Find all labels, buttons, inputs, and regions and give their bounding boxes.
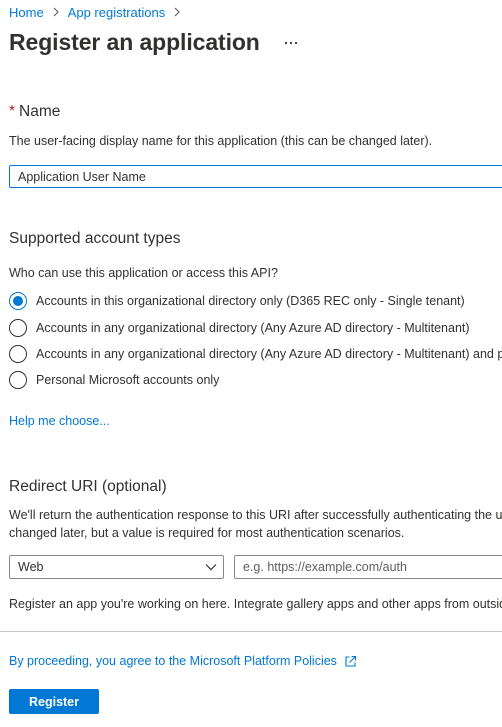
- platform-policies-text: By proceeding, you agree to the Microsof…: [9, 654, 337, 668]
- account-type-option-single-tenant[interactable]: Accounts in this organizational director…: [9, 291, 465, 311]
- breadcrumb: Home App registrations: [9, 3, 189, 21]
- required-mark: *: [9, 103, 16, 120]
- radio-label: Personal Microsoft accounts only: [36, 373, 220, 387]
- account-types-title: Supported account types: [9, 230, 181, 247]
- account-type-option-multitenant-personal[interactable]: Accounts in any organizational directory…: [9, 344, 502, 364]
- radio-label: Accounts in any organizational directory…: [36, 321, 470, 335]
- platform-select-value: Web: [18, 560, 44, 574]
- platform-policies-link[interactable]: By proceeding, you agree to the Microsof…: [9, 654, 357, 668]
- account-types-question: Who can use this application or access t…: [9, 266, 278, 280]
- application-name-input[interactable]: [9, 165, 502, 188]
- external-link-icon: [344, 655, 357, 668]
- redirect-uri-title: Redirect URI (optional): [9, 478, 167, 495]
- radio-label: Accounts in any organizational directory…: [36, 347, 502, 361]
- radio-dot: [13, 296, 23, 306]
- help-me-choose-link[interactable]: Help me choose...: [9, 414, 110, 428]
- name-section-label: Name: [19, 103, 61, 120]
- divider: [0, 631, 502, 632]
- breadcrumb-home-link[interactable]: Home: [9, 5, 44, 20]
- platform-select[interactable]: Web: [9, 555, 224, 579]
- account-type-option-multitenant[interactable]: Accounts in any organizational directory…: [9, 318, 470, 338]
- account-type-option-personal-only[interactable]: Personal Microsoft accounts only: [9, 370, 219, 390]
- name-description: The user-facing display name for this ap…: [9, 134, 433, 148]
- radio-button[interactable]: [9, 319, 27, 337]
- radio-button[interactable]: [9, 345, 27, 363]
- gallery-note: Register an app you're working on here. …: [9, 597, 502, 611]
- redirect-description-line1: We'll return the authentication response…: [9, 508, 502, 522]
- chevron-right-icon: [173, 7, 181, 17]
- page-title: Register an application: [9, 29, 260, 55]
- chevron-down-icon: [205, 563, 217, 571]
- chevron-right-icon: [52, 7, 60, 17]
- more-options-icon[interactable]: [282, 34, 300, 52]
- radio-button-selected[interactable]: [9, 292, 27, 310]
- redirect-description-line2: changed later, but a value is required f…: [9, 526, 405, 540]
- radio-button[interactable]: [9, 371, 27, 389]
- register-app-page: Home App registrations Register an appli…: [0, 0, 502, 727]
- radio-label: Accounts in this organizational director…: [36, 294, 465, 308]
- redirect-uri-input[interactable]: [234, 555, 502, 579]
- breadcrumb-app-registrations-link[interactable]: App registrations: [68, 5, 166, 20]
- register-button[interactable]: Register: [9, 689, 99, 714]
- name-section-title: * Name: [9, 103, 60, 121]
